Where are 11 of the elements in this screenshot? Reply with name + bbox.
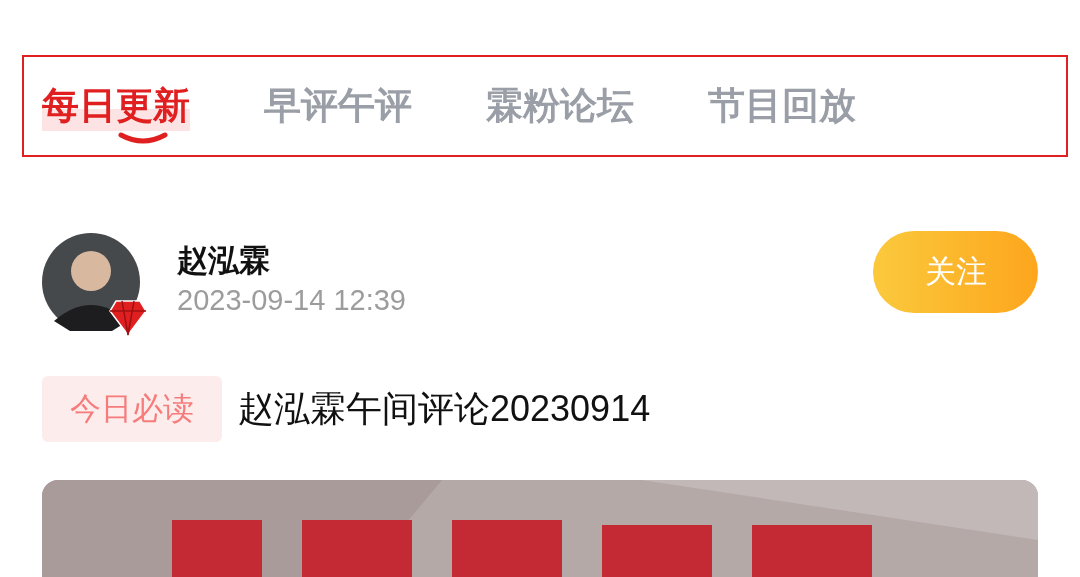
- follow-button[interactable]: 关注: [873, 231, 1038, 313]
- post-tag: 今日必读: [42, 376, 222, 442]
- avatar[interactable]: [42, 233, 140, 331]
- category-tab[interactable]: 霖粉论坛: [486, 81, 634, 131]
- author-name: 赵泓霖: [177, 240, 271, 280]
- underline-icon: [118, 131, 168, 145]
- diamond-icon: [108, 299, 148, 337]
- category-tab[interactable]: 节目回放: [708, 81, 856, 131]
- post-time: 2023-09-14 12:39: [177, 283, 407, 317]
- post-title[interactable]: 赵泓霖午间评论20230914: [238, 384, 651, 434]
- category-tab[interactable]: 早评午评: [264, 81, 412, 131]
